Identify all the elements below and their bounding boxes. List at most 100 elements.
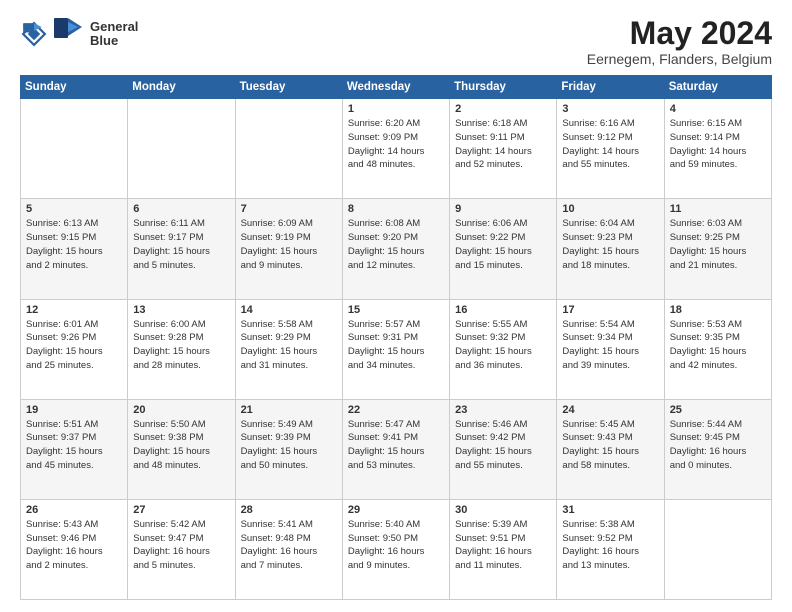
day-number: 8 — [348, 203, 444, 215]
day-info: Sunrise: 6:01 AM Sunset: 9:26 PM Dayligh… — [26, 318, 122, 373]
day-cell: 18 Sunrise: 5:53 AM Sunset: 9:35 PM Dayli… — [664, 299, 771, 399]
day-number: 14 — [241, 304, 337, 316]
day-number: 22 — [348, 404, 444, 416]
subtitle: Eernegem, Flanders, Belgium — [587, 51, 772, 67]
day-info: Sunrise: 6:00 AM Sunset: 9:28 PM Dayligh… — [133, 318, 229, 373]
day-number: 18 — [670, 304, 766, 316]
day-cell: 15Sunrise: 5:57 AM Sunset: 9:31 PM Dayli… — [342, 299, 449, 399]
day-cell: 20 Sunrise: 5:50 AM Sunset: 9:38 PM Dayli… — [128, 399, 235, 499]
day-info: Sunrise: 5:49 AM Sunset: 9:39 PM Dayligh… — [241, 418, 337, 473]
header: General Blue May 2024 Eernegem, Flanders… — [20, 16, 772, 67]
day-info: Sunrise: 5:50 AM Sunset: 9:38 PM Dayligh… — [133, 418, 229, 473]
day-number: 31 — [562, 504, 658, 516]
day-info: Sunrise: 5:44 AM Sunset: 9:45 PM Dayligh… — [670, 418, 766, 473]
week-row-3: 12Sunrise: 6:01 AM Sunset: 9:26 PM Dayli… — [21, 299, 772, 399]
day-cell: 19Sunrise: 5:51 AM Sunset: 9:37 PM Dayli… — [21, 399, 128, 499]
header-row: SundayMondayTuesdayWednesdayThursdayFrid… — [21, 76, 772, 99]
header-cell-sunday: Sunday — [21, 76, 128, 99]
day-info: Sunrise: 6:08 AM Sunset: 9:20 PM Dayligh… — [348, 217, 444, 272]
day-number: 16 — [455, 304, 551, 316]
day-cell: 27 Sunrise: 5:42 AM Sunset: 9:47 PM Dayli… — [128, 499, 235, 599]
logo-text: General Blue — [90, 20, 138, 49]
day-number: 13 — [133, 304, 229, 316]
day-cell: 25 Sunrise: 5:44 AM Sunset: 9:45 PM Dayli… — [664, 399, 771, 499]
week-row-4: 19Sunrise: 5:51 AM Sunset: 9:37 PM Dayli… — [21, 399, 772, 499]
logo-line1: General — [90, 20, 138, 34]
day-cell: 10Sunrise: 6:04 AM Sunset: 9:23 PM Dayli… — [557, 199, 664, 299]
day-info: Sunrise: 5:55 AM Sunset: 9:32 PM Dayligh… — [455, 318, 551, 373]
day-cell — [128, 99, 235, 199]
day-cell — [664, 499, 771, 599]
day-info: Sunrise: 6:11 AM Sunset: 9:17 PM Dayligh… — [133, 217, 229, 272]
day-info: Sunrise: 5:53 AM Sunset: 9:35 PM Dayligh… — [670, 318, 766, 373]
day-number: 1 — [348, 103, 444, 115]
day-number: 20 — [133, 404, 229, 416]
day-info: Sunrise: 5:43 AM Sunset: 9:46 PM Dayligh… — [26, 518, 122, 573]
calendar-body: 1 Sunrise: 6:20 AM Sunset: 9:09 PM Daylig… — [21, 99, 772, 600]
day-info: Sunrise: 5:46 AM Sunset: 9:42 PM Dayligh… — [455, 418, 551, 473]
day-number: 6 — [133, 203, 229, 215]
day-cell: 11Sunrise: 6:03 AM Sunset: 9:25 PM Dayli… — [664, 199, 771, 299]
day-number: 9 — [455, 203, 551, 215]
logo: General Blue — [20, 16, 138, 52]
day-info: Sunrise: 5:38 AM Sunset: 9:52 PM Dayligh… — [562, 518, 658, 573]
day-info: Sunrise: 5:42 AM Sunset: 9:47 PM Dayligh… — [133, 518, 229, 573]
header-cell-friday: Friday — [557, 76, 664, 99]
day-cell — [21, 99, 128, 199]
day-number: 4 — [670, 103, 766, 115]
day-info: Sunrise: 5:40 AM Sunset: 9:50 PM Dayligh… — [348, 518, 444, 573]
day-info: Sunrise: 6:18 AM Sunset: 9:11 PM Dayligh… — [455, 117, 551, 172]
day-info: Sunrise: 5:41 AM Sunset: 9:48 PM Dayligh… — [241, 518, 337, 573]
day-number: 25 — [670, 404, 766, 416]
logo-line2: Blue — [90, 34, 138, 48]
day-number: 7 — [241, 203, 337, 215]
day-number: 28 — [241, 504, 337, 516]
day-cell: 7 Sunrise: 6:09 AM Sunset: 9:19 PM Daylig… — [235, 199, 342, 299]
day-number: 23 — [455, 404, 551, 416]
day-number: 11 — [670, 203, 766, 215]
day-cell: 9 Sunrise: 6:06 AM Sunset: 9:22 PM Daylig… — [450, 199, 557, 299]
day-cell: 8 Sunrise: 6:08 AM Sunset: 9:20 PM Daylig… — [342, 199, 449, 299]
header-cell-thursday: Thursday — [450, 76, 557, 99]
day-cell: 1 Sunrise: 6:20 AM Sunset: 9:09 PM Daylig… — [342, 99, 449, 199]
day-cell: 29 Sunrise: 5:40 AM Sunset: 9:50 PM Dayli… — [342, 499, 449, 599]
title-block: May 2024 Eernegem, Flanders, Belgium — [587, 16, 772, 67]
page: General Blue May 2024 Eernegem, Flanders… — [0, 0, 792, 612]
day-cell: 31 Sunrise: 5:38 AM Sunset: 9:52 PM Dayli… — [557, 499, 664, 599]
day-cell: 5Sunrise: 6:13 AM Sunset: 9:15 PM Daylig… — [21, 199, 128, 299]
day-info: Sunrise: 5:57 AM Sunset: 9:31 PM Dayligh… — [348, 318, 444, 373]
day-info: Sunrise: 5:39 AM Sunset: 9:51 PM Dayligh… — [455, 518, 551, 573]
header-cell-monday: Monday — [128, 76, 235, 99]
day-cell: 22 Sunrise: 5:47 AM Sunset: 9:41 PM Dayli… — [342, 399, 449, 499]
day-cell: 13 Sunrise: 6:00 AM Sunset: 9:28 PM Dayli… — [128, 299, 235, 399]
day-number: 17 — [562, 304, 658, 316]
day-number: 26 — [26, 504, 122, 516]
day-cell: 16 Sunrise: 5:55 AM Sunset: 9:32 PM Dayli… — [450, 299, 557, 399]
day-cell: 24 Sunrise: 5:45 AM Sunset: 9:43 PM Dayli… — [557, 399, 664, 499]
header-cell-saturday: Saturday — [664, 76, 771, 99]
day-info: Sunrise: 5:51 AM Sunset: 9:37 PM Dayligh… — [26, 418, 122, 473]
day-number: 29 — [348, 504, 444, 516]
day-info: Sunrise: 5:45 AM Sunset: 9:43 PM Dayligh… — [562, 418, 658, 473]
day-cell: 12Sunrise: 6:01 AM Sunset: 9:26 PM Dayli… — [21, 299, 128, 399]
day-cell — [235, 99, 342, 199]
day-cell: 28 Sunrise: 5:41 AM Sunset: 9:48 PM Dayli… — [235, 499, 342, 599]
day-info: Sunrise: 5:47 AM Sunset: 9:41 PM Dayligh… — [348, 418, 444, 473]
day-number: 27 — [133, 504, 229, 516]
day-number: 21 — [241, 404, 337, 416]
day-info: Sunrise: 6:06 AM Sunset: 9:22 PM Dayligh… — [455, 217, 551, 272]
day-info: Sunrise: 6:09 AM Sunset: 9:19 PM Dayligh… — [241, 217, 337, 272]
day-info: Sunrise: 6:20 AM Sunset: 9:09 PM Dayligh… — [348, 117, 444, 172]
logo-graphic — [52, 16, 88, 52]
day-cell: 30Sunrise: 5:39 AM Sunset: 9:51 PM Dayli… — [450, 499, 557, 599]
header-cell-wednesday: Wednesday — [342, 76, 449, 99]
day-info: Sunrise: 6:15 AM Sunset: 9:14 PM Dayligh… — [670, 117, 766, 172]
day-cell: 2Sunrise: 6:18 AM Sunset: 9:11 PM Daylig… — [450, 99, 557, 199]
day-info: Sunrise: 6:16 AM Sunset: 9:12 PM Dayligh… — [562, 117, 658, 172]
day-number: 24 — [562, 404, 658, 416]
day-number: 3 — [562, 103, 658, 115]
day-cell: 3 Sunrise: 6:16 AM Sunset: 9:12 PM Daylig… — [557, 99, 664, 199]
day-number: 10 — [562, 203, 658, 215]
calendar-table: SundayMondayTuesdayWednesdayThursdayFrid… — [20, 75, 772, 600]
week-row-2: 5Sunrise: 6:13 AM Sunset: 9:15 PM Daylig… — [21, 199, 772, 299]
